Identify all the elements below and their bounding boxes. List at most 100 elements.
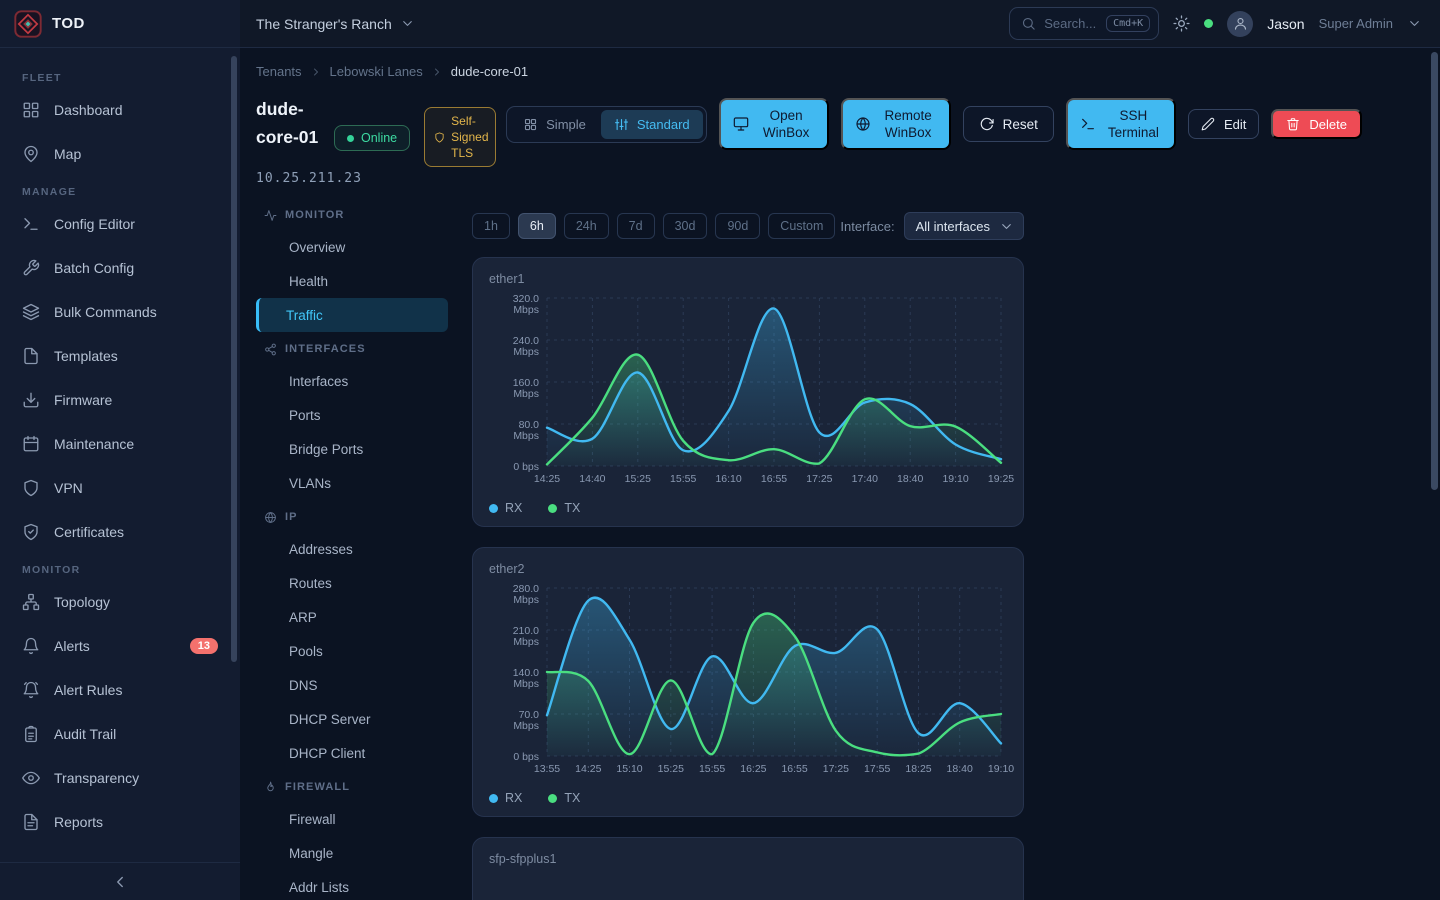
sidebar-item-alerts[interactable]: Alerts13 [12,624,228,668]
sidebar-item-maintenance[interactable]: Maintenance [12,422,228,466]
search-placeholder: Search... [1044,16,1098,31]
time-range-24h[interactable]: 24h [564,213,609,239]
legend-item-tx[interactable]: TX [548,791,580,805]
subnav-item-routes[interactable]: Routes [256,566,448,600]
chart-legend: RX TX [489,501,580,515]
svg-text:Mbps: Mbps [513,430,539,442]
activity-icon [264,209,277,222]
svg-text:14:25: 14:25 [575,763,601,775]
download-icon [22,391,40,409]
time-range-group: 1h 6h 24h 7d 30d 90d Custom [472,213,835,239]
legend-item-rx[interactable]: RX [489,791,522,805]
tenant-selector[interactable]: The Stranger's Ranch [256,16,415,32]
svg-text:19:25: 19:25 [988,473,1014,485]
subnav-item-ports[interactable]: Ports [256,398,448,432]
time-range-custom[interactable]: Custom [768,213,835,239]
traffic-chart-ether1: 0 bps80.0Mbps160.0Mbps240.0Mbps320.0Mbps… [473,288,1024,488]
view-toggle-simple[interactable]: Simple [510,110,599,139]
sidebar-item-label: Map [54,146,218,162]
sidebar-item-certificates[interactable]: Certificates [12,510,228,554]
sidebar-item-transparency[interactable]: Transparency [12,756,228,800]
subnav-item-overview[interactable]: Overview [256,230,448,264]
search-input[interactable]: Search... Cmd+K [1009,7,1159,40]
eye-icon [22,769,40,787]
legend-dot [489,504,498,513]
user-menu-chevron-icon[interactable] [1407,16,1422,31]
device-actions: SimpleStandard Open WinBox Remote WinBox… [506,95,1362,153]
time-range-30d[interactable]: 30d [663,213,708,239]
subnav-item-mangle[interactable]: Mangle [256,836,448,870]
subnav-item-addresses[interactable]: Addresses [256,532,448,566]
svg-text:15:25: 15:25 [625,473,651,485]
sidebar-item-firmware[interactable]: Firmware [12,378,228,422]
remote-winbox-button[interactable]: Remote WinBox [841,98,951,150]
subnav-item-dhcp-server[interactable]: DHCP Server [256,702,448,736]
subnav-item-health[interactable]: Health [256,264,448,298]
subnav-item-arp[interactable]: ARP [256,600,448,634]
legend-item-rx[interactable]: RX [489,501,522,515]
sidebar-item-bulk-commands[interactable]: Bulk Commands [12,290,228,334]
page-scrollbar[interactable] [1431,52,1438,490]
reset-button[interactable]: Reset [963,106,1054,142]
view-toggle-standard[interactable]: Standard [601,110,703,139]
time-range-7d[interactable]: 7d [617,213,655,239]
svg-text:0 bps: 0 bps [513,751,539,763]
subnav-item-dhcp-client[interactable]: DHCP Client [256,736,448,770]
main-area: The Stranger's Ranch Search... Cmd+K Jas… [240,0,1440,900]
sidebar-item-dashboard[interactable]: Dashboard [12,88,228,132]
delete-button[interactable]: Delete [1271,109,1362,139]
file-icon [22,347,40,365]
interface-select[interactable]: All interfaces [904,212,1024,240]
svg-text:15:10: 15:10 [616,763,642,775]
chevron-down-icon [999,219,1014,234]
svg-text:16:55: 16:55 [761,473,787,485]
sidebar-item-label: Config Editor [54,216,218,232]
subnav-item-bridge-ports[interactable]: Bridge Ports [256,432,448,466]
pencil-icon [1201,117,1215,131]
online-dot [347,135,354,142]
open-winbox-button[interactable]: Open WinBox [719,98,829,150]
sidebar-item-map[interactable]: Map [12,132,228,176]
sidebar-item-alert-rules[interactable]: Alert Rules [12,668,228,712]
svg-text:Mbps: Mbps [513,388,539,400]
time-range-1h[interactable]: 1h [472,213,510,239]
sidebar-collapse-button[interactable] [0,862,240,900]
subnav-item-dns[interactable]: DNS [256,668,448,702]
ssh-terminal-button[interactable]: SSH Terminal [1066,98,1176,150]
sidebar-scrollbar[interactable] [231,56,237,662]
subnav-item-firewall[interactable]: Firewall [256,802,448,836]
legend-dot [489,794,498,803]
chart-legend: RX TX [489,791,580,805]
sidebar-item-label: Alert Rules [54,682,218,698]
chart-card-sfp-sfpplus1: sfp-sfpplus1 [472,837,1024,900]
search-shortcut-badge: Cmd+K [1106,15,1150,32]
sidebar: TOD FLEETDashboardMapMANAGEConfig Editor… [0,0,240,900]
time-range-90d[interactable]: 90d [715,213,760,239]
breadcrumb-item-lebowski-lanes[interactable]: Lebowski Lanes [330,64,423,79]
sidebar-item-vpn[interactable]: VPN [12,466,228,510]
svg-text:Mbps: Mbps [513,346,539,358]
sidebar-item-batch-config[interactable]: Batch Config [12,246,228,290]
svg-text:16:55: 16:55 [781,763,807,775]
map-pin-icon [22,145,40,163]
search-icon [1021,16,1036,31]
avatar[interactable] [1227,11,1253,37]
subnav-item-interfaces[interactable]: Interfaces [256,364,448,398]
subnav-item-traffic[interactable]: Traffic [256,298,448,332]
shield-check-icon [22,523,40,541]
subnav-item-vlans[interactable]: VLANs [256,466,448,500]
sidebar-item-templates[interactable]: Templates [12,334,228,378]
sidebar-item-audit-trail[interactable]: Audit Trail [12,712,228,756]
subnav-item-addr-lists[interactable]: Addr Lists [256,870,448,900]
theme-toggle-sun-icon[interactable] [1173,15,1190,32]
breadcrumb-item-tenants[interactable]: Tenants [256,64,302,79]
bell-ring-icon [22,681,40,699]
subnav-item-pools[interactable]: Pools [256,634,448,668]
sidebar-item-config-editor[interactable]: Config Editor [12,202,228,246]
interface-filter: Interface: All interfaces [840,212,1024,240]
sidebar-item-reports[interactable]: Reports [12,800,228,844]
edit-button[interactable]: Edit [1188,109,1259,139]
time-range-6h[interactable]: 6h [518,213,556,239]
legend-item-tx[interactable]: TX [548,501,580,515]
sidebar-item-topology[interactable]: Topology [12,580,228,624]
